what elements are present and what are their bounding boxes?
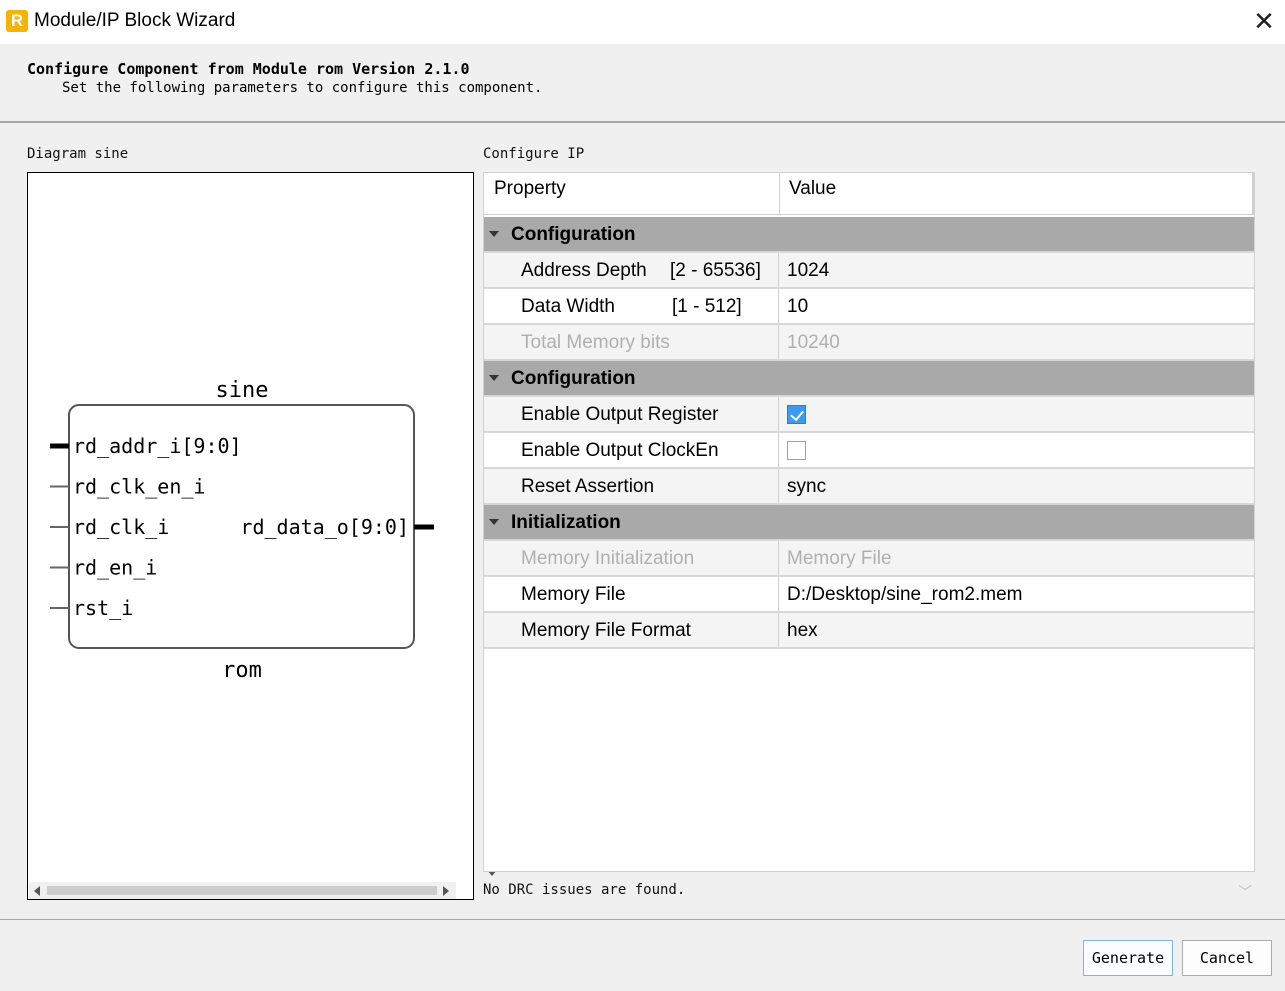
column-header-property[interactable]: Property	[494, 178, 566, 200]
property-range: [2 - 65536]	[670, 260, 761, 281]
cell-divider	[778, 469, 779, 505]
property-value[interactable]: D:/Desktop/sine_rom2.mem	[787, 584, 1022, 606]
diagram-horizontal-scrollbar[interactable]	[29, 882, 456, 899]
checkbox-checked[interactable]	[787, 405, 806, 424]
cell-divider	[778, 613, 779, 649]
group-label: Configuration	[511, 224, 636, 245]
property-name: Reset Assertion	[521, 476, 655, 497]
instance-name: sine	[216, 378, 269, 403]
block-diagram: sine rom rd_addr_i[9:0] rd_clk_en_i rd_clk_i…	[50, 378, 434, 683]
cell-divider	[778, 433, 779, 469]
column-header-value[interactable]: Value	[789, 178, 836, 200]
app-logo-icon: R	[6, 10, 28, 32]
generate-button[interactable]: Generate	[1083, 940, 1173, 976]
scroll-left-arrow-icon[interactable]	[34, 886, 40, 896]
footer-divider	[0, 919, 1285, 920]
module-name: rom	[222, 658, 262, 683]
wizard-header: Configure Component from Module rom Vers…	[0, 44, 1285, 121]
group-header[interactable]: Configuration	[484, 361, 1254, 397]
input-pin-label: rd_clk_i	[73, 515, 169, 539]
table-row[interactable]: Enable Output ClockEn	[484, 433, 1254, 469]
input-pin-label: rst_i	[73, 596, 133, 620]
group-header[interactable]: Configuration	[484, 217, 1254, 253]
cell-divider	[778, 253, 779, 289]
cancel-button[interactable]: Cancel	[1182, 940, 1272, 976]
chevron-down-icon[interactable]: ﹀	[1238, 882, 1252, 900]
property-value[interactable]: 10	[787, 296, 808, 318]
property-range: [1 - 512]	[672, 296, 742, 317]
input-pin-label: rd_clk_en_i	[73, 475, 205, 499]
group-header[interactable]: Initialization	[484, 505, 1254, 541]
table-row[interactable]: Total Memory bits 10240	[484, 325, 1254, 361]
column-edge	[1252, 173, 1254, 215]
checkbox[interactable]	[787, 441, 806, 460]
property-name: Memory Initialization	[521, 548, 695, 569]
group-label: Initialization	[511, 512, 621, 533]
property-name: Data Width	[521, 296, 615, 317]
output-pin-label: rd_data_o[9:0]	[240, 515, 409, 539]
cell-divider	[778, 325, 779, 361]
cell-divider	[778, 541, 779, 577]
title-bar: R Module/IP Block Wizard ✕	[0, 0, 1285, 44]
chevron-down-icon[interactable]	[489, 231, 499, 237]
chevron-down-icon[interactable]	[489, 375, 499, 381]
chevron-down-icon[interactable]	[489, 519, 499, 525]
table-row[interactable]: Data Width [1 - 512] 10	[484, 289, 1254, 325]
table-row[interactable]: Address Depth [2 - 65536] 1024	[484, 253, 1254, 289]
property-value: 10240	[787, 332, 840, 353]
table-row[interactable]: Memory File Format hex	[484, 613, 1254, 649]
property-name: Memory File	[521, 584, 626, 605]
input-pin-label: rd_en_i	[73, 556, 157, 580]
window-title: Module/IP Block Wizard	[34, 10, 236, 31]
property-value[interactable]: sync	[787, 476, 826, 498]
property-value: Memory File	[787, 548, 892, 569]
scroll-right-arrow-icon[interactable]	[443, 886, 449, 896]
property-name: Enable Output Register	[521, 404, 719, 425]
property-name: Memory File Format	[521, 620, 691, 641]
property-name: Address Depth	[521, 260, 647, 281]
property-value[interactable]: hex	[787, 620, 818, 642]
config-table: Property Value Configuration Address Dept…	[483, 172, 1255, 872]
table-header: Property Value	[484, 173, 1254, 215]
diagram-label: Diagram sine	[27, 146, 129, 162]
header-subtitle: Set the following parameters to configur…	[62, 80, 543, 96]
header-divider	[0, 121, 1285, 123]
configure-ip-label: Configure IP	[483, 146, 585, 162]
cell-divider	[778, 289, 779, 325]
header-title: Configure Component from Module rom Vers…	[27, 60, 470, 78]
table-row[interactable]: Memory Initialization Memory File	[484, 541, 1254, 577]
group-label: Configuration	[511, 368, 636, 389]
property-name: Total Memory bits	[521, 332, 670, 353]
input-pin-label: rd_addr_i[9:0]	[73, 434, 242, 458]
cell-divider	[778, 397, 779, 433]
cell-divider	[778, 577, 779, 613]
drc-status: No DRC issues are found.	[483, 882, 686, 898]
column-divider	[779, 173, 780, 215]
close-icon[interactable]: ✕	[1248, 6, 1280, 38]
table-row[interactable]: Memory File D:/Desktop/sine_rom2.mem	[484, 577, 1254, 613]
diagram-panel[interactable]: sine rom rd_addr_i[9:0] rd_clk_en_i rd_clk_i…	[27, 172, 501, 900]
table-row[interactable]: Enable Output Register	[484, 397, 1254, 433]
property-value[interactable]: 1024	[787, 260, 829, 282]
property-name: Enable Output ClockEn	[521, 440, 719, 461]
scroll-thumb[interactable]	[47, 886, 437, 895]
table-row[interactable]: Reset Assertion sync	[484, 469, 1254, 505]
